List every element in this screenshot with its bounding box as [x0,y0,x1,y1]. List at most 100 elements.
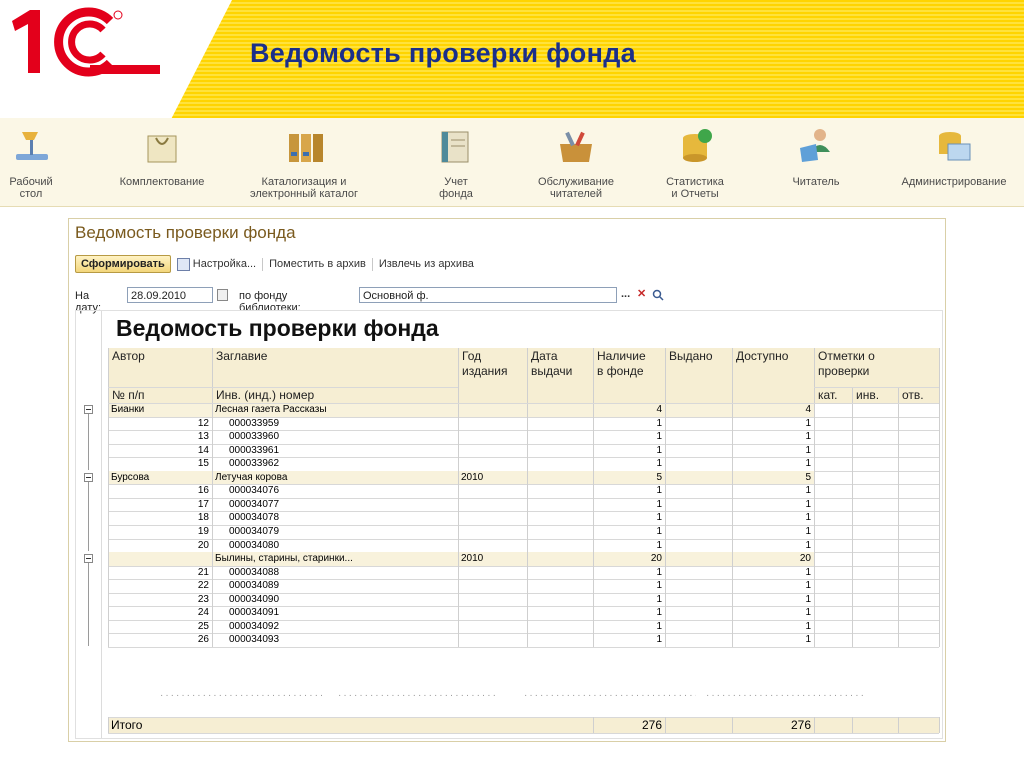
in-fund-value: 4 [656,404,662,415]
column-divider [852,717,853,733]
archive-button[interactable]: Поместить в архив [269,258,366,270]
item-inventory-number: 000033959 [229,418,280,429]
section-label: Статистика и Отчеты [666,176,724,200]
column-divider [108,348,109,647]
column-divider [814,348,815,647]
available-value: 4 [805,404,811,415]
command-bar: Сформировать Настройка... Поместить в ар… [75,253,474,275]
column-divider [527,348,528,647]
total-in-fund: 276 [641,718,662,732]
in-fund-value: 1 [656,540,662,551]
section-label: Обслуживание читателей [538,176,614,200]
column-divider [898,717,899,733]
in-fund-value: 1 [656,607,662,618]
column-divider [593,348,594,647]
generate-button[interactable]: Сформировать [75,255,171,273]
header-cat: кат. [818,388,838,402]
continuation-dots: ·································· [706,690,866,701]
in-fund-value: 1 [656,512,662,523]
available-value: 1 [805,607,811,618]
clear-icon[interactable]: ✕ [637,287,646,303]
collapse-group-icon[interactable] [84,554,93,563]
continuation-dots: ·································· [338,690,496,701]
available-value: 1 [805,485,811,496]
section-label: Рабочий стол [9,176,53,200]
toolbar-separator [371,257,373,271]
header-author: Автор [112,349,145,363]
in-fund-value: 1 [656,431,662,442]
column-divider [665,717,666,733]
section-reader[interactable]: Читатель [776,118,856,206]
section-acquisition[interactable]: Комплектование [100,118,224,206]
group-tree-line [88,414,89,470]
section-label: Учет фонда [439,176,473,200]
section-statistics[interactable]: Статистика и Отчеты [650,118,740,206]
toolbar-separator [262,257,264,271]
section-administration[interactable]: Администрирование [884,118,1024,206]
group-author: Бурсова [111,472,150,483]
item-number: 13 [197,431,209,442]
collapse-group-icon[interactable] [84,473,93,482]
1c-logo [12,7,160,77]
header-divider [814,387,939,388]
item-inventory-number: 000034091 [229,607,280,618]
total-label: Итого [111,718,143,732]
item-number: 23 [197,594,209,605]
group-title: Былины, старины, старинки... [215,553,353,564]
banner-title: Ведомость проверки фонда [250,38,636,68]
group-year: 2010 [461,472,484,483]
available-value: 1 [805,499,811,510]
settings-button[interactable]: Настройка... [193,258,256,270]
item-inventory-number: 000033962 [229,458,280,469]
report-spreadsheet[interactable]: Ведомость проверки фонда Автор Заглавие Го… [75,310,943,739]
row-divider [108,647,939,648]
select-fund-button[interactable]: ... [621,287,630,303]
header-accessible: Доступно [736,349,789,363]
extract-archive-button[interactable]: Извлечь из архива [379,258,474,270]
section-label: Администрирование [901,176,1007,188]
sections-panel: Рабочий стол Комплектование Каталогизаци… [0,118,1024,207]
header-inventory-number: Инв. (инд.) номер [216,388,315,402]
calendar-icon[interactable] [217,289,228,301]
column-divider [458,348,459,647]
ledger-book-icon [441,131,469,163]
section-cataloging[interactable]: Каталогизация и электронный каталог [234,118,374,206]
item-inventory-number: 000034076 [229,485,280,496]
item-number: 25 [197,621,209,632]
fund-input[interactable]: Основной ф. [359,287,617,303]
grouping-gutter [76,311,102,738]
item-number: 26 [197,634,209,645]
header-banner: Ведомость проверки фонда [0,0,1024,118]
section-desktop[interactable]: Рабочий стол [0,118,62,206]
in-fund-value: 1 [656,458,662,469]
section-reader-service[interactable]: Обслуживание читателей [520,118,632,206]
header-issued: Выдано [669,349,713,363]
in-fund-value: 1 [656,445,662,456]
available-value: 1 [805,512,811,523]
item-number: 22 [197,580,209,591]
item-inventory-number: 000034080 [229,540,280,551]
item-inventory-number: 000034092 [229,621,280,632]
section-label: Комплектование [119,176,205,188]
in-fund-value: 1 [656,634,662,645]
available-value: 1 [805,580,811,591]
available-value: 1 [805,567,811,578]
report-title: Ведомость проверки фонда [116,315,439,341]
item-number: 21 [197,567,209,578]
section-label: Каталогизация и электронный каталог [249,176,358,200]
available-value: 1 [805,634,811,645]
section-label: Читатель [792,176,840,188]
in-fund-value: 20 [650,553,662,564]
continuation-dots: ·································· [524,690,696,701]
collapse-group-icon[interactable] [84,405,93,414]
item-inventory-number: 000034090 [229,594,280,605]
section-fund-accounting[interactable]: Учет фонда [420,118,492,206]
search-icon[interactable] [652,289,664,301]
date-input[interactable]: 28.09.2010 [127,287,213,303]
settings-icon[interactable] [176,257,190,271]
column-divider [212,348,213,647]
toolbox-icon [560,131,592,162]
available-value: 1 [805,594,811,605]
header-in-fund: Наличие в фонде [597,349,646,378]
available-value: 1 [805,445,811,456]
